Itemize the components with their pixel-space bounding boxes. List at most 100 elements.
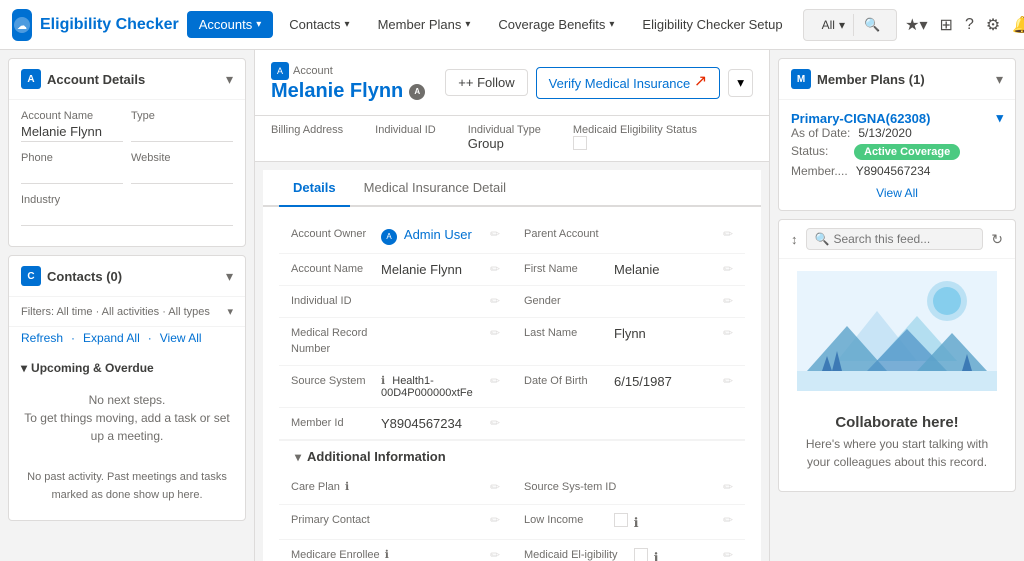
nav-item-eligibility-setup[interactable]: Eligibility Checker Setup — [630, 11, 794, 38]
low-income-edit-icon[interactable]: ✏ — [723, 513, 733, 527]
src-sys-edit-icon[interactable]: ✏ — [490, 374, 500, 388]
sort-icon[interactable]: ↕ — [791, 232, 798, 247]
member-plans-card: M Member Plans (1) ▾ Primary-CIGNA(62308… — [778, 58, 1016, 211]
status-badge: Active Coverage — [854, 144, 960, 160]
member-id-field: Member Id Y8904567234 ✏ — [279, 408, 512, 440]
acct-name-edit-icon[interactable]: ✏ — [490, 262, 500, 276]
contacts-card: C Contacts (0) ▾ Filters: All time · All… — [8, 255, 246, 521]
nav-item-coverage-benefits[interactable]: Coverage Benefits ▾ — [486, 11, 626, 38]
source-info-icon: ℹ — [381, 375, 385, 387]
edit-icon[interactable]: ✏ — [490, 227, 500, 241]
plus-icon: + — [458, 75, 466, 90]
nav-item-contacts[interactable]: Contacts ▾ — [277, 11, 361, 38]
feed-card: ↕ 🔍 ↻ — [778, 219, 1016, 492]
account-details-chevron-icon[interactable]: ▾ — [226, 71, 233, 88]
account-details-header: A Account Details ▾ — [9, 59, 245, 100]
verify-medical-insurance-button[interactable]: Verify Medical Insurance ↗ — [536, 67, 721, 99]
tab-details[interactable]: Details — [279, 170, 350, 207]
dropdown-chevron-icon: ▾ — [737, 75, 744, 90]
record-actions: + + Follow Verify Medical Insurance ↗ ▾ — [445, 67, 753, 99]
svg-text:☁: ☁ — [17, 21, 27, 32]
industry-field: Industry — [21, 194, 233, 226]
record-actions-dropdown-button[interactable]: ▾ — [728, 69, 753, 97]
member-id-edit-icon[interactable]: ✏ — [490, 416, 500, 430]
feed-search-bar[interactable]: 🔍 — [806, 228, 984, 250]
ind-id-edit-icon[interactable]: ✏ — [490, 294, 500, 308]
plan-name-link[interactable]: Primary-CIGNA(62308) ▾ — [791, 110, 1003, 126]
care-plan-edit-icon[interactable]: ✏ — [490, 480, 500, 494]
contacts-title: C Contacts (0) — [21, 266, 122, 286]
upcoming-header: ▾ Upcoming & Overdue — [21, 361, 233, 375]
filters-dropdown-icon[interactable]: ▾ — [227, 305, 233, 318]
first-name-edit-icon[interactable]: ✏ — [723, 262, 733, 276]
low-income-checkbox[interactable] — [614, 513, 628, 527]
account-owner-value[interactable]: A Admin User — [381, 227, 486, 245]
global-search-bar[interactable]: All ▾ 🔍 — [803, 9, 898, 41]
view-all-plans-link[interactable]: View All — [791, 186, 1003, 200]
collaborate-title: Collaborate here! — [791, 414, 1003, 431]
setup-icon[interactable]: ⚙ — [986, 15, 1000, 35]
medicare-edit-icon[interactable]: ✏ — [490, 548, 500, 561]
parent-account-field: Parent Account ✏ — [512, 219, 745, 254]
individual-id-field: Individual ID — [375, 124, 436, 153]
nav-item-member-plans[interactable]: Member Plans ▾ — [366, 11, 483, 38]
contacts-chevron-icon[interactable]: ▾ — [226, 268, 233, 285]
feed-header: ↕ 🔍 ↻ — [779, 220, 1015, 259]
detail-tabs: Details Medical Insurance Detail — [263, 170, 761, 207]
record-title-area: A Account Melanie Flynn A — [271, 62, 425, 103]
tab-medical-insurance[interactable]: Medical Insurance Detail — [350, 170, 520, 207]
detail-grid: Account Owner A Admin User ✏ Parent Acco… — [279, 219, 745, 440]
favorites-icon[interactable]: ★▾ — [905, 15, 927, 35]
account-name-type-row: Account Name Melanie Flynn Type — [21, 110, 233, 142]
feed-refresh-icon[interactable]: ↻ — [991, 231, 1003, 248]
as-of-date-row: As of Date: 5/13/2020 — [791, 126, 1003, 140]
record-body: Details Medical Insurance Detail Account… — [255, 162, 769, 561]
source-system-field: Source System ℹ Health1-00D4P000000xtFe … — [279, 366, 512, 408]
billing-address-field: Billing Address — [271, 124, 343, 153]
view-all-link[interactable]: View All — [160, 331, 202, 345]
account-owner-field: Account Owner A Admin User ✏ — [279, 219, 512, 254]
record-header: A Account Melanie Flynn A + + Follow Ver… — [255, 50, 769, 116]
record-type-icon: A — [271, 62, 289, 80]
medicare-enrollee-field: Medicare Enrollee ℹ ✏ — [279, 540, 512, 561]
primary-contact-edit-icon[interactable]: ✏ — [490, 513, 500, 527]
expand-all-link[interactable]: Expand All — [83, 331, 140, 345]
medicaid-checkbox[interactable] — [573, 136, 587, 150]
past-activity-text: No past activity. Past meetings and task… — [21, 461, 233, 512]
search-type-selector[interactable]: All ▾ — [814, 14, 854, 36]
main-layout: A Account Details ▾ Account Name Melanie… — [0, 50, 1024, 561]
owner-avatar: A — [381, 229, 397, 245]
help-icon[interactable]: ? — [965, 16, 974, 34]
top-bar: ☁ Eligibility Checker Accounts ▾ Contact… — [0, 0, 1024, 50]
app-name: Eligibility Checker — [40, 16, 179, 34]
member-plans-chevron-icon[interactable]: ▾ — [996, 71, 1003, 88]
dob-edit-icon[interactable]: ✏ — [723, 374, 733, 388]
contacts-filters-bar: Filters: All time · All activities · All… — [9, 297, 245, 327]
notifications-icon[interactable]: 🔔 — [1012, 15, 1024, 35]
feed-illustration — [779, 259, 1015, 406]
nav-item-accounts[interactable]: Accounts ▾ — [187, 11, 274, 38]
search-icon: 🔍 — [864, 17, 880, 33]
parent-edit-icon[interactable]: ✏ — [723, 227, 733, 241]
section-chevron-icon: ▾ — [295, 450, 301, 464]
additional-info-section-header[interactable]: ▾ Additional Information — [279, 440, 745, 472]
last-name-edit-icon[interactable]: ✏ — [723, 326, 733, 340]
src-sys-id-edit-icon[interactable]: ✏ — [723, 480, 733, 494]
medicaid-elig-edit-icon[interactable]: ✏ — [723, 548, 733, 561]
status-row: Status: Active Coverage — [791, 144, 1003, 160]
contacts-icon: C — [21, 266, 41, 286]
last-name-field: Last Name Flynn ✏ — [512, 318, 745, 366]
member-plans-icon: M — [791, 69, 811, 89]
gender-edit-icon[interactable]: ✏ — [723, 294, 733, 308]
phone-field: Phone — [21, 152, 123, 184]
individual-id-detail-field: Individual ID ✏ — [279, 286, 512, 318]
medicaid-elig-checkbox[interactable] — [634, 548, 648, 561]
left-panel: A Account Details ▾ Account Name Melanie… — [0, 50, 255, 561]
website-field: Website — [131, 152, 233, 184]
follow-button[interactable]: + + Follow — [445, 69, 527, 96]
med-rec-edit-icon[interactable]: ✏ — [490, 326, 500, 340]
waffle-icon[interactable]: ⊞ — [940, 15, 953, 35]
top-bar-actions: ★▾ ⊞ ? ⚙ 🔔 A — [905, 11, 1024, 39]
feed-search-input[interactable] — [833, 232, 974, 246]
refresh-link[interactable]: Refresh — [21, 331, 63, 345]
